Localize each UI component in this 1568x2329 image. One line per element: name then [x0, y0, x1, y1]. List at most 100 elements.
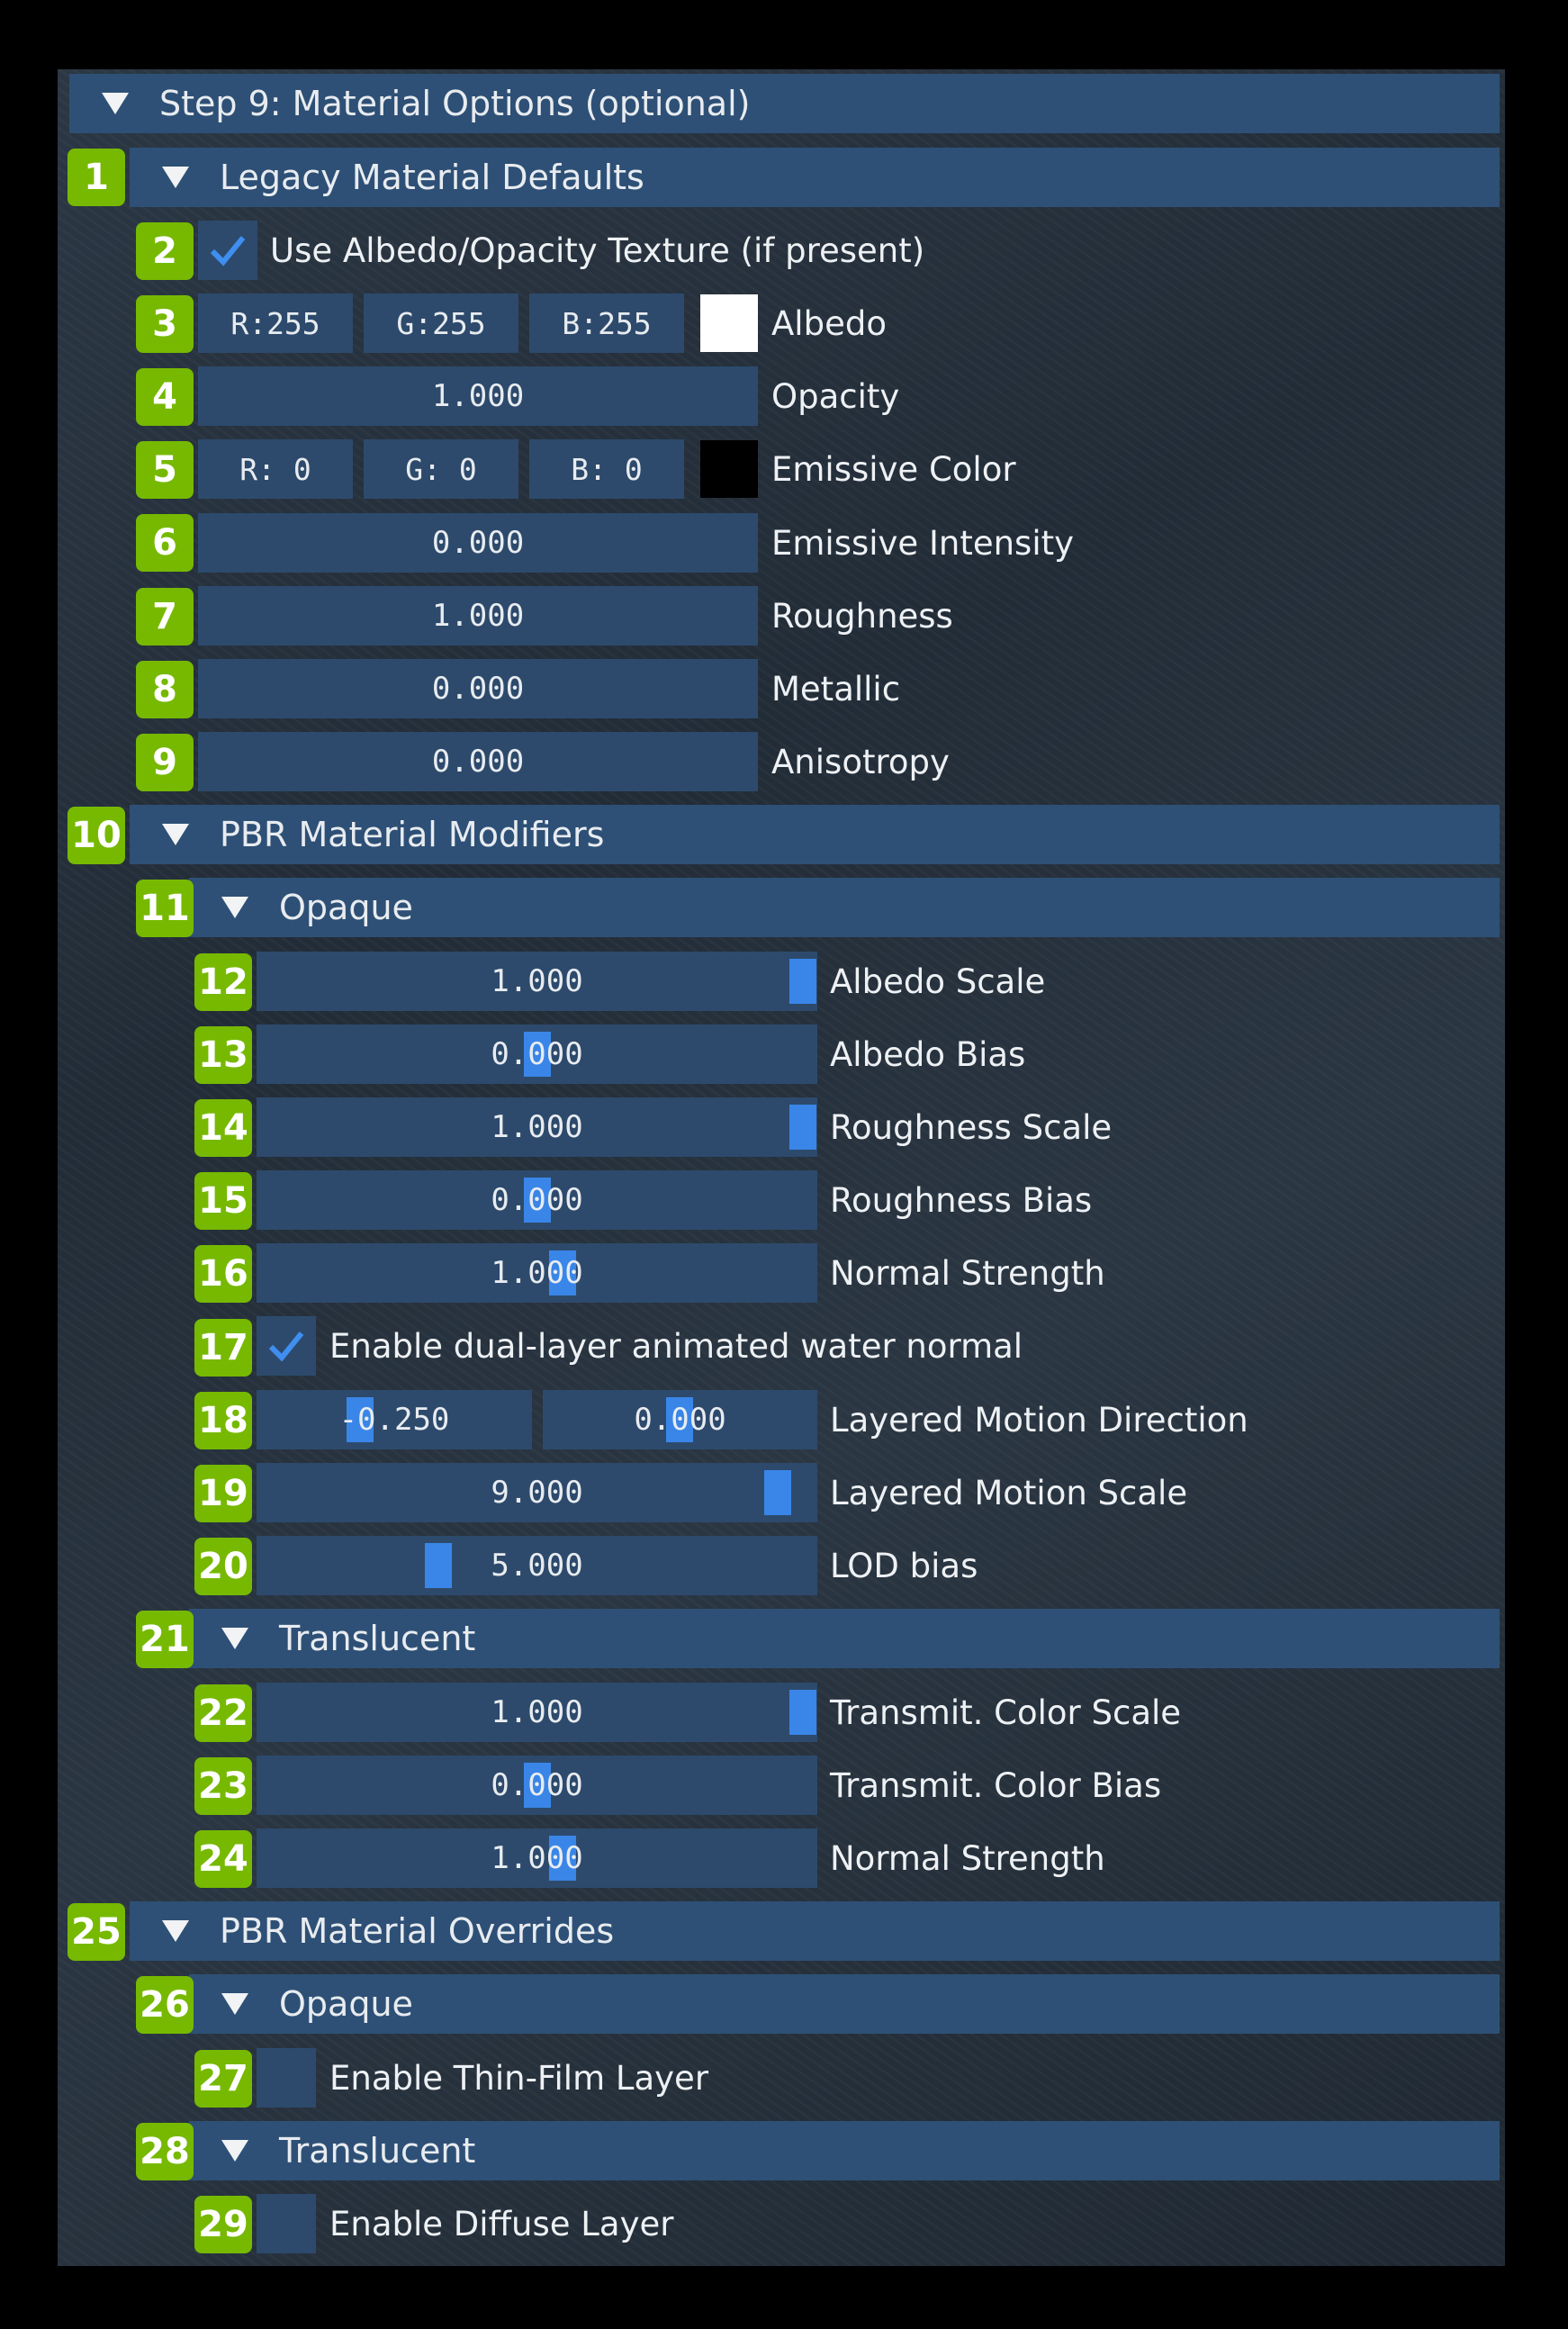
use-albedo-texture-checkbox[interactable]: [198, 221, 257, 280]
callout-badge: 16: [194, 1245, 252, 1303]
lod-bias-slider[interactable]: 5.000: [257, 1536, 817, 1595]
metallic-label: Metallic: [771, 669, 901, 709]
callout-badge: 14: [194, 1099, 252, 1157]
albedo-color-swatch[interactable]: [700, 294, 758, 352]
slider-grab[interactable]: [425, 1543, 452, 1588]
collapse-triangle-icon[interactable]: [221, 897, 248, 918]
metallic-field[interactable]: 0.000: [198, 659, 758, 718]
albedo-bias-slider[interactable]: 0.000: [257, 1025, 817, 1084]
slider-grab[interactable]: [789, 1690, 816, 1735]
albedo-label: Albedo: [771, 303, 887, 343]
callout-badge: 27: [194, 2050, 252, 2108]
modifiers-opaque-title: Opaque: [279, 888, 413, 927]
collapse-triangle-icon[interactable]: [221, 1628, 248, 1649]
motion-direction-y-slider[interactable]: 0.000: [543, 1390, 817, 1449]
legacy-defaults-title: Legacy Material Defaults: [220, 158, 644, 197]
albedo-b-field[interactable]: B:255: [529, 293, 684, 353]
modifiers-translucent-header[interactable]: Translucent: [189, 1609, 1500, 1668]
modifiers-opaque-header[interactable]: Opaque: [189, 878, 1500, 937]
roughness-field[interactable]: 1.000: [198, 586, 758, 645]
callout-badge: 13: [194, 1026, 252, 1084]
collapse-triangle-icon[interactable]: [162, 167, 189, 188]
overrides-opaque-header[interactable]: Opaque: [189, 1974, 1500, 2034]
use-albedo-texture-label: Use Albedo/Opacity Texture (if present): [270, 230, 925, 270]
lod-bias-label: LOD bias: [830, 1546, 978, 1585]
modifiers-translucent-title: Translucent: [279, 1619, 476, 1658]
step9-header[interactable]: Step 9: Material Options (optional): [69, 74, 1500, 133]
overrides-translucent-title: Translucent: [279, 2131, 476, 2171]
collapse-triangle-icon[interactable]: [221, 2140, 248, 2162]
albedo-g-field[interactable]: G:255: [364, 293, 518, 353]
checkmark-icon: [210, 236, 246, 266]
water-normal-checkbox[interactable]: [257, 1316, 316, 1376]
collapse-triangle-icon[interactable]: [102, 93, 129, 114]
callout-badge: 15: [194, 1172, 252, 1230]
callout-badge: 5: [136, 441, 194, 499]
motion-scale-label: Layered Motion Scale: [830, 1473, 1188, 1512]
callout-badge: 6: [136, 514, 194, 572]
callout-badge: 29: [194, 2196, 252, 2253]
roughness-bias-slider[interactable]: 0.000: [257, 1170, 817, 1230]
callout-badge: 7: [136, 588, 194, 645]
overrides-translucent-header[interactable]: Translucent: [189, 2121, 1500, 2180]
thin-film-label: Enable Thin-Film Layer: [329, 2058, 709, 2098]
thin-film-checkbox[interactable]: [257, 2048, 316, 2108]
pbr-modifiers-title: PBR Material Modifiers: [220, 815, 605, 854]
callout-badge: 2: [136, 222, 194, 280]
transmit-color-bias-label: Transmit. Color Bias: [830, 1765, 1162, 1805]
slider-grab[interactable]: [789, 959, 816, 1004]
slider-grab[interactable]: [764, 1470, 791, 1515]
diffuse-layer-label: Enable Diffuse Layer: [329, 2204, 674, 2243]
albedo-r-field[interactable]: R:255: [198, 293, 353, 353]
slider-grab[interactable]: [789, 1105, 816, 1150]
motion-direction-x-slider[interactable]: -0.250: [257, 1390, 532, 1449]
motion-scale-slider[interactable]: 9.000: [257, 1463, 817, 1522]
albedo-scale-label: Albedo Scale: [830, 961, 1046, 1001]
callout-badge: 20: [194, 1538, 252, 1595]
anisotropy-label: Anisotropy: [771, 742, 950, 781]
callout-badge: 11: [136, 880, 194, 937]
collapse-triangle-icon[interactable]: [221, 1993, 248, 2015]
callout-badge: 25: [68, 1903, 125, 1961]
callout-badge: 19: [194, 1465, 252, 1522]
translucent-normal-strength-label: Normal Strength: [830, 1838, 1105, 1878]
anisotropy-field[interactable]: 0.000: [198, 732, 758, 791]
emissive-intensity-field[interactable]: 0.000: [198, 513, 758, 573]
roughness-label: Roughness: [771, 596, 953, 636]
callout-badge: 1: [68, 149, 125, 206]
checkmark-icon: [268, 1332, 304, 1362]
material-options-panel: Step 9: Material Options (optional) Lega…: [58, 69, 1505, 2266]
transmit-color-bias-slider[interactable]: 0.000: [257, 1756, 817, 1815]
normal-strength-slider[interactable]: 1.000: [257, 1243, 817, 1303]
callout-badge: 28: [136, 2123, 194, 2180]
callout-badge: 21: [136, 1611, 194, 1668]
motion-direction-label: Layered Motion Direction: [830, 1400, 1248, 1440]
translucent-normal-strength-slider[interactable]: 1.000: [257, 1828, 817, 1888]
transmit-color-scale-slider[interactable]: 1.000: [257, 1683, 817, 1742]
callout-badge: 9: [136, 734, 194, 791]
pbr-overrides-header[interactable]: PBR Material Overrides: [130, 1901, 1500, 1961]
emissive-r-field[interactable]: R: 0: [198, 439, 353, 499]
emissive-color-label: Emissive Color: [771, 449, 1016, 489]
callout-badge: 23: [194, 1757, 252, 1815]
roughness-scale-label: Roughness Scale: [830, 1107, 1113, 1147]
overrides-opaque-title: Opaque: [279, 1984, 413, 2024]
collapse-triangle-icon[interactable]: [162, 1920, 189, 1942]
roughness-scale-slider[interactable]: 1.000: [257, 1097, 817, 1157]
callout-badge: 18: [194, 1392, 252, 1449]
callout-badge: 22: [194, 1684, 252, 1742]
collapse-triangle-icon[interactable]: [162, 824, 189, 845]
pbr-modifiers-header[interactable]: PBR Material Modifiers: [130, 805, 1500, 864]
emissive-b-field[interactable]: B: 0: [529, 439, 684, 499]
emissive-intensity-label: Emissive Intensity: [771, 523, 1074, 563]
albedo-scale-slider[interactable]: 1.000: [257, 952, 817, 1011]
step9-title: Step 9: Material Options (optional): [159, 84, 751, 123]
diffuse-layer-checkbox[interactable]: [257, 2194, 316, 2253]
callout-badge: 26: [136, 1976, 194, 2034]
callout-badge: 3: [136, 295, 194, 353]
legacy-defaults-header[interactable]: Legacy Material Defaults: [130, 148, 1500, 207]
emissive-g-field[interactable]: G: 0: [364, 439, 518, 499]
callout-badge: 24: [194, 1830, 252, 1888]
emissive-color-swatch[interactable]: [700, 440, 758, 498]
opacity-field[interactable]: 1.000: [198, 366, 758, 426]
